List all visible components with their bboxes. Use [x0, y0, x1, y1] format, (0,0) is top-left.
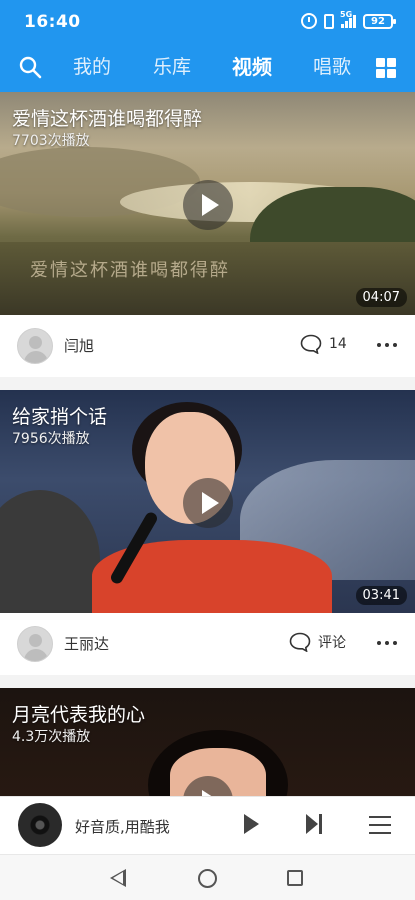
- more-options-icon[interactable]: [377, 343, 397, 347]
- search-icon[interactable]: [18, 55, 42, 79]
- video-thumbnail[interactable]: 爱情这杯酒谁喝都得醉 爱情这杯酒谁喝都得醉 7703次播放 04:07: [0, 92, 415, 315]
- comment-label: 评论: [318, 635, 346, 651]
- app-header: 16:40 5G 92 我的 乐库 视频 唱歌: [0, 0, 415, 92]
- home-icon[interactable]: [198, 869, 217, 888]
- play-count: 4.3万次播放: [12, 729, 91, 745]
- video-thumbnail[interactable]: 月亮代表我的心 4.3万次播放: [0, 688, 415, 796]
- comment-button[interactable]: 14: [300, 334, 347, 354]
- video-duration: 04:07: [355, 288, 407, 307]
- tab-bar: 我的 乐库 视频 唱歌: [52, 44, 372, 92]
- avatar[interactable]: [17, 328, 53, 364]
- more-options-icon[interactable]: [377, 641, 397, 645]
- play-count: 7703次播放: [12, 133, 90, 149]
- tab-sing[interactable]: 唱歌: [292, 44, 372, 92]
- card-footer: 闫旭 14: [0, 315, 415, 377]
- vibrate-icon: [324, 13, 334, 29]
- system-navigation-bar: [0, 854, 415, 900]
- comment-count: 14: [329, 336, 347, 352]
- tab-video[interactable]: 视频: [212, 44, 292, 92]
- comment-icon: [289, 632, 311, 652]
- video-card: 爱情这杯酒谁喝都得醉 爱情这杯酒谁喝都得醉 7703次播放 04:07 闫旭 1…: [0, 92, 415, 377]
- tab-mine[interactable]: 我的: [52, 44, 132, 92]
- video-card: 月亮代表我的心 4.3万次播放: [0, 688, 415, 796]
- battery-level: 92: [371, 15, 385, 27]
- play-count: 7956次播放: [12, 431, 90, 447]
- recent-apps-icon[interactable]: [287, 870, 303, 886]
- signal-icon: 5G: [340, 10, 356, 28]
- status-time: 16:40: [24, 12, 81, 32]
- album-disc-icon[interactable]: [18, 803, 62, 847]
- comment-icon: [300, 334, 322, 354]
- network-type-label: 5G: [340, 10, 353, 19]
- author-name[interactable]: 王丽达: [64, 633, 109, 654]
- top-nav: 我的 乐库 视频 唱歌: [0, 44, 415, 92]
- video-feed[interactable]: 爱情这杯酒谁喝都得醉 爱情这杯酒谁喝都得醉 7703次播放 04:07 闫旭 1…: [0, 92, 415, 796]
- embedded-caption: 爱情这杯酒谁喝都得醉: [30, 260, 230, 281]
- author-name[interactable]: 闫旭: [64, 335, 94, 356]
- player-title[interactable]: 好音质,用酷我: [75, 816, 170, 837]
- card-footer: 王丽达 评论: [0, 613, 415, 675]
- tab-library[interactable]: 乐库: [132, 44, 212, 92]
- battery-icon: 92: [363, 13, 396, 29]
- playlist-icon[interactable]: [369, 815, 391, 835]
- video-thumbnail[interactable]: 给家捎个话 7956次播放 03:41: [0, 390, 415, 613]
- grid-menu-icon[interactable]: [376, 58, 396, 78]
- video-title: 月亮代表我的心: [12, 704, 146, 726]
- play-button-icon[interactable]: [183, 180, 233, 230]
- avatar[interactable]: [17, 626, 53, 662]
- video-title: 爱情这杯酒谁喝都得醉: [12, 108, 203, 130]
- play-icon[interactable]: [244, 814, 259, 834]
- video-duration: 03:41: [355, 586, 407, 605]
- status-icons: 5G 92: [301, 10, 396, 29]
- next-track-icon[interactable]: [306, 814, 324, 834]
- comment-button[interactable]: 评论: [289, 632, 346, 652]
- video-card: 给家捎个话 7956次播放 03:41 王丽达 评论: [0, 390, 415, 675]
- mini-player[interactable]: 好音质,用酷我: [0, 796, 415, 854]
- status-bar: 16:40 5G 92: [0, 0, 415, 44]
- play-button-icon[interactable]: [183, 478, 233, 528]
- video-title: 给家捎个话: [12, 406, 108, 428]
- alarm-icon: [301, 13, 317, 29]
